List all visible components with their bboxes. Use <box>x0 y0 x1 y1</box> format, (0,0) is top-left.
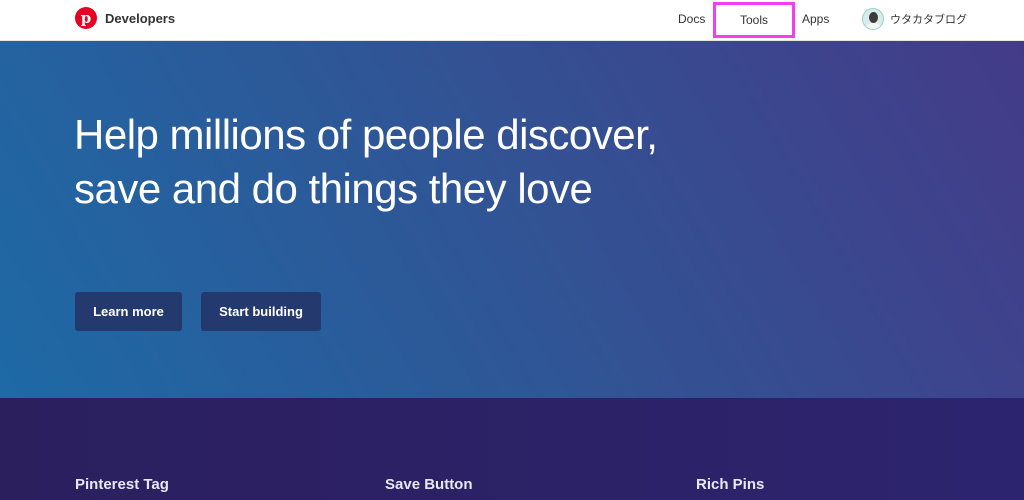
user-name: ウタカタブログ <box>890 14 967 26</box>
pinterest-logo-icon: p <box>75 7 97 29</box>
nav-tools-highlight[interactable]: Tools <box>713 2 795 38</box>
hero-section: Help millions of people discover, save a… <box>0 41 1024 398</box>
pinterest-logo-glyph: p <box>80 9 92 27</box>
start-building-button[interactable]: Start building <box>201 292 321 331</box>
learn-more-button[interactable]: Learn more <box>75 292 182 331</box>
user-menu[interactable]: ウタカタブログ <box>862 8 967 30</box>
nav-tools-link[interactable]: Tools <box>740 13 768 27</box>
hero-title: Help millions of people discover, save a… <box>74 108 714 216</box>
nav-docs-link[interactable]: Docs <box>678 12 705 26</box>
user-avatar-icon <box>862 8 884 30</box>
nav-apps-link[interactable]: Apps <box>802 12 829 26</box>
brand-name: Developers <box>105 10 176 26</box>
hero-title-line-1: Help millions of people discover, <box>74 111 658 158</box>
top-navigation-bar: p Developers Docs Tools Apps ウタカタブログ <box>0 0 1024 41</box>
features-section: Pinterest Tag Save Button Rich Pins <box>0 398 1024 500</box>
feature-title-rich-pins[interactable]: Rich Pins <box>696 476 764 493</box>
feature-title-save-button[interactable]: Save Button <box>385 476 473 493</box>
feature-title-pinterest-tag[interactable]: Pinterest Tag <box>75 476 169 493</box>
hero-title-line-2: save and do things they love <box>74 165 593 212</box>
brand[interactable]: p Developers <box>75 7 175 29</box>
